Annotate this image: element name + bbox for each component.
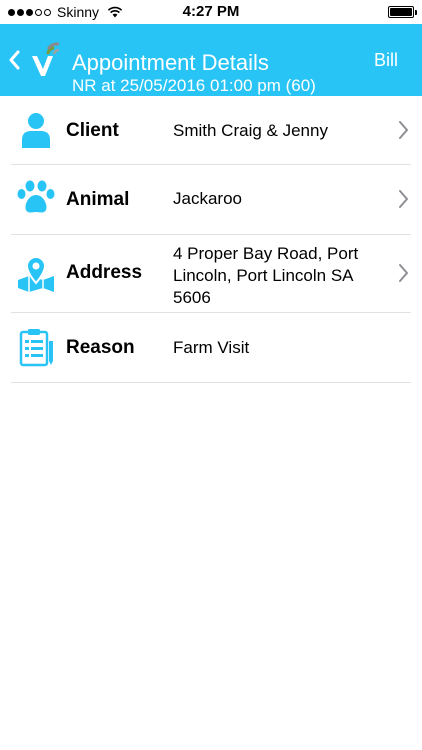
reason-value: Farm Visit (173, 338, 250, 357)
app-header: Appointment Details NR at 25/05/2016 01:… (0, 24, 422, 96)
address-label: Address (66, 262, 143, 283)
client-value: Smith Craig & Jenny (173, 121, 328, 140)
appointment-details-list: Client Smith Craig & Jenny Animal Jackar… (0, 96, 422, 383)
clipboard-icon (19, 329, 53, 367)
divider (11, 382, 411, 383)
reason-label: Reason (66, 337, 135, 358)
animal-label: Animal (66, 189, 130, 210)
chevron-right-icon (399, 264, 408, 282)
address-row[interactable]: Address 4 Proper Bay Road, Port Lincoln,… (0, 234, 422, 313)
page-title: Appointment Details (72, 50, 269, 75)
status-bar: Skinny 4:27 PM (0, 0, 422, 24)
animal-row[interactable]: Animal Jackaroo (0, 164, 422, 235)
client-label: Client (66, 120, 119, 141)
map-pin-icon (18, 256, 54, 292)
client-row[interactable]: Client Smith Craig & Jenny (0, 96, 422, 165)
animal-value: Jackaroo (173, 189, 242, 208)
person-icon (22, 113, 50, 148)
reason-row: Reason Farm Visit (0, 312, 422, 383)
chevron-right-icon (399, 190, 408, 208)
chevron-right-icon (399, 121, 408, 139)
vet-logo-icon (32, 42, 60, 76)
appointment-subtitle: NR at 25/05/2016 01:00 pm (60) (72, 76, 316, 95)
address-value: 4 Proper Bay Road, Port Lincoln, Port Li… (173, 244, 359, 307)
chevron-left-icon (9, 50, 20, 70)
battery-icon (388, 6, 417, 18)
status-time: 4:27 PM (182, 3, 240, 20)
back-button[interactable] (8, 48, 20, 74)
bill-button[interactable]: Bill (374, 50, 398, 71)
paw-icon (17, 180, 55, 213)
